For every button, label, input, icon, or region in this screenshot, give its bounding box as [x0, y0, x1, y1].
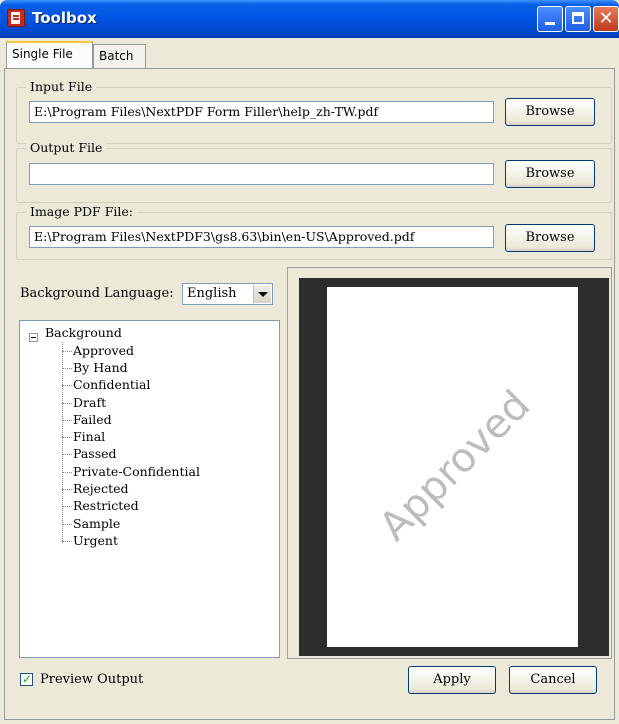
output-file-field[interactable]	[29, 163, 494, 185]
minimize-button[interactable]	[537, 6, 563, 32]
apply-button[interactable]: Apply	[408, 666, 496, 694]
pdf-app-icon	[7, 9, 25, 27]
maximize-icon	[572, 12, 584, 24]
tree-item[interactable]: Failed	[62, 411, 112, 428]
background-language-value: English	[187, 286, 237, 301]
window-title: Toolbox	[32, 9, 97, 27]
preview-output-checkbox[interactable]: ✓	[20, 672, 33, 686]
preview-output-label[interactable]: Preview Output	[40, 672, 143, 687]
image-pdf-field[interactable]: E:\Program Files\NextPDF3\gs8.63\bin\en-…	[29, 226, 494, 248]
background-tree[interactable]	[19, 320, 280, 658]
tree-item[interactable]: Passed	[62, 445, 117, 462]
maximize-button[interactable]	[565, 6, 591, 32]
tree-root-background[interactable]: Background	[45, 325, 122, 340]
tree-item[interactable]: Draft	[62, 394, 106, 411]
chevron-down-icon[interactable]	[253, 285, 271, 303]
tree-item[interactable]: Private-Confidential	[62, 463, 200, 480]
close-button[interactable]: ✕	[593, 6, 619, 32]
minimize-icon	[545, 22, 555, 25]
tab-single-file[interactable]: Single File	[6, 41, 93, 68]
tree-item[interactable]: Restricted	[62, 497, 139, 514]
output-file-legend: Output File	[26, 140, 107, 155]
cancel-button[interactable]: Cancel	[509, 666, 597, 694]
input-file-legend: Input File	[26, 79, 97, 94]
image-pdf-legend: Image PDF File:	[26, 204, 137, 219]
tree-item[interactable]: Urgent	[62, 532, 118, 549]
tree-item[interactable]: Rejected	[62, 480, 129, 497]
tree-item[interactable]: Approved	[62, 342, 134, 359]
tree-item[interactable]: Final	[62, 428, 105, 445]
input-browse-button[interactable]: Browse	[505, 98, 595, 126]
background-language-select[interactable]: English	[182, 283, 273, 305]
input-file-field[interactable]: E:\Program Files\NextPDF Form Filler\hel…	[29, 101, 494, 123]
tree-item[interactable]: By Hand	[62, 359, 128, 376]
tree-collapse-icon[interactable]	[29, 333, 38, 342]
tree-item[interactable]: Confidential	[62, 376, 150, 393]
background-language-label: Background Language:	[20, 286, 174, 301]
image-pdf-browse-button[interactable]: Browse	[505, 224, 595, 252]
tree-item[interactable]: Sample	[62, 515, 120, 532]
output-browse-button[interactable]: Browse	[505, 160, 595, 188]
checkmark-icon: ✓	[21, 672, 33, 686]
close-icon: ✕	[598, 8, 614, 29]
tab-batch[interactable]: Batch	[93, 44, 146, 68]
